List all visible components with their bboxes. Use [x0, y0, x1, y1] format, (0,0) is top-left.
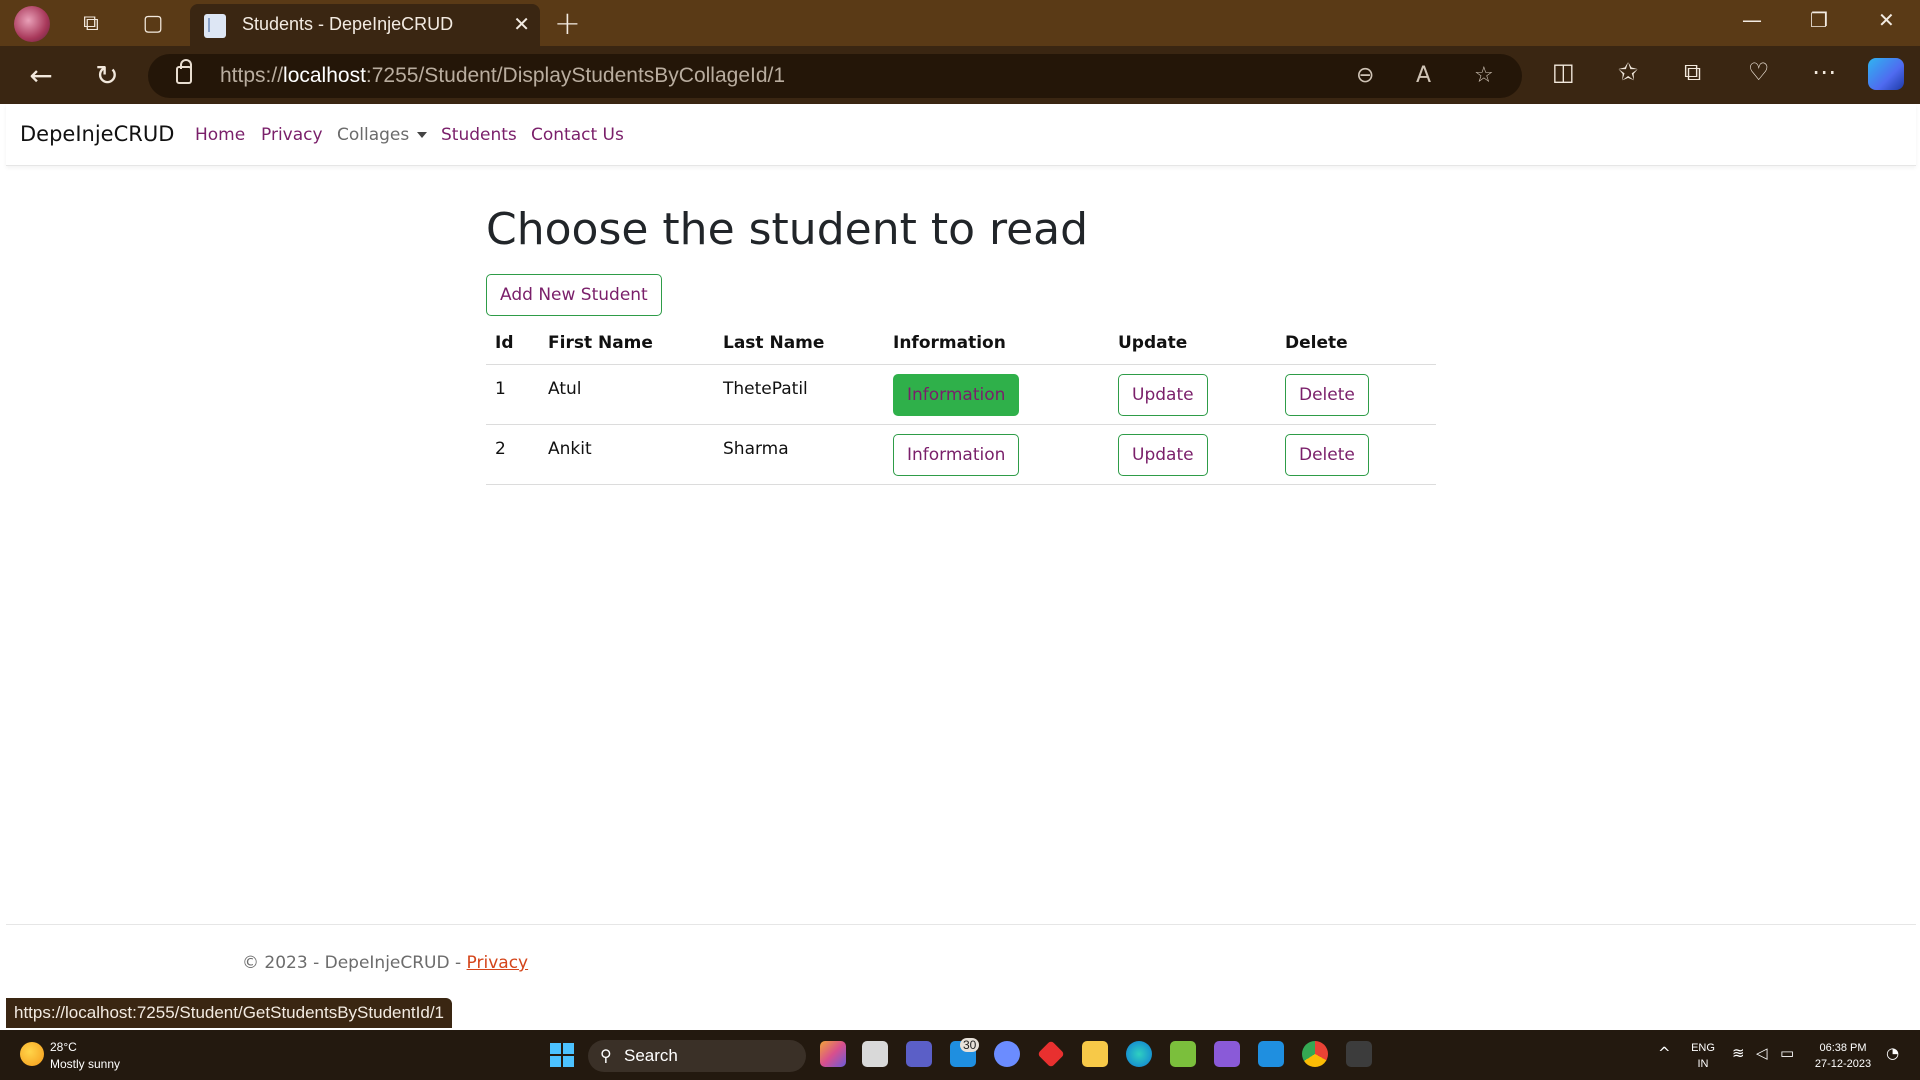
read-aloud-icon[interactable]: A — [1416, 63, 1431, 88]
file-explorer-icon[interactable] — [1082, 1041, 1108, 1067]
row-divider — [486, 484, 1436, 485]
teams-icon[interactable] — [906, 1041, 932, 1067]
minimize-icon[interactable]: — — [1742, 8, 1762, 32]
nav-students[interactable]: Students — [441, 125, 517, 145]
nav-privacy[interactable]: Privacy — [261, 125, 323, 145]
copilot-icon[interactable] — [1868, 58, 1904, 90]
col-header-id: Id — [495, 333, 514, 353]
vscode-icon[interactable] — [1258, 1041, 1284, 1067]
delete-button[interactable]: Delete — [1285, 434, 1369, 476]
weather-description[interactable]: Mostly sunny — [50, 1057, 120, 1071]
update-button[interactable]: Update — [1118, 434, 1208, 476]
caret-down-icon — [417, 132, 428, 138]
cell-id: 1 — [495, 379, 506, 399]
cell-first-name: Atul — [548, 379, 582, 399]
browser-essentials-icon[interactable]: ♡ — [1748, 58, 1770, 86]
git-app-icon[interactable] — [1037, 1040, 1065, 1068]
col-header-update: Update — [1118, 333, 1188, 353]
nav-collages-dropdown[interactable]: Collages — [337, 125, 428, 145]
footer-copyright: © 2023 - DepeInjeCRUD - Privacy — [242, 953, 529, 973]
file-app-icon[interactable] — [862, 1041, 888, 1067]
wifi-icon[interactable]: ≋ — [1732, 1044, 1745, 1062]
restore-icon[interactable]: ❐ — [1810, 8, 1828, 32]
link-status-url: https://localhost:7255/Student/GetStuden… — [6, 998, 453, 1028]
page-title: Choose the student to read — [486, 204, 1089, 255]
cell-last-name: Sharma — [723, 439, 789, 459]
cell-first-name: Ankit — [548, 439, 592, 459]
delete-button[interactable]: Delete — [1285, 374, 1369, 416]
search-icon: ⚲ — [600, 1046, 612, 1065]
notification-bell-icon[interactable]: ◔ — [1886, 1044, 1899, 1062]
col-header-information: Information — [893, 333, 1006, 353]
web-page: DepeInjeCRUD Home Privacy Collages Stude… — [6, 104, 1916, 1028]
more-options-icon[interactable]: ⋯ — [1812, 58, 1836, 86]
update-button[interactable]: Update — [1118, 374, 1208, 416]
close-tab-icon[interactable]: ✕ — [513, 12, 530, 36]
url-text[interactable]: https://localhost:7255/Student/DisplaySt… — [220, 64, 785, 88]
favorite-star-icon[interactable]: ☆ — [1474, 63, 1494, 88]
terminal-icon[interactable] — [1346, 1041, 1372, 1067]
tab-actions-icon[interactable]: ▢ — [138, 8, 168, 38]
new-tab-button[interactable]: + — [554, 4, 581, 42]
add-new-student-button[interactable]: Add New Student — [486, 274, 662, 316]
zoom-out-icon[interactable]: ⊖ — [1356, 63, 1374, 88]
tray-overflow-icon[interactable]: ^ — [1658, 1044, 1671, 1062]
page-favicon-icon — [204, 14, 226, 38]
mail-badge: 30 — [960, 1038, 980, 1052]
lock-icon[interactable] — [176, 59, 192, 84]
visual-studio-icon[interactable] — [1214, 1041, 1240, 1067]
battery-icon[interactable]: ▭ — [1780, 1044, 1794, 1062]
favorites-icon[interactable]: ✩ — [1618, 58, 1638, 86]
chrome-icon[interactable] — [1302, 1041, 1328, 1067]
collections-icon[interactable]: ⧉ — [1684, 58, 1701, 86]
close-window-icon[interactable]: ✕ — [1878, 8, 1895, 32]
address-bar[interactable]: https://localhost:7255/Student/DisplaySt… — [148, 54, 1522, 98]
start-windows-icon[interactable] — [550, 1043, 574, 1067]
col-header-last-name: Last Name — [723, 333, 825, 353]
taskbar-search[interactable]: ⚲ Search — [588, 1040, 806, 1072]
edge-browser-icon[interactable] — [1126, 1041, 1152, 1067]
browser-titlebar: ⧉ ▢ Students - DepeInjeCRUD ✕ + — ❐ ✕ — [0, 0, 1920, 46]
weather-sun-icon[interactable] — [20, 1042, 44, 1066]
search-label: Search — [624, 1046, 678, 1065]
footer-privacy-link[interactable]: Privacy — [467, 953, 529, 973]
nav-contact-us[interactable]: Contact Us — [531, 125, 624, 145]
information-button[interactable]: Information — [893, 434, 1020, 476]
site-brand[interactable]: DepeInjeCRUD — [20, 122, 174, 146]
split-screen-icon[interactable]: ◫ — [1552, 58, 1575, 86]
weather-temperature[interactable]: 28°C — [50, 1040, 77, 1054]
windows-taskbar: 28°C Mostly sunny ⚲ Search 30 ^ ENG IN ≋… — [0, 1030, 1920, 1080]
clock-date[interactable]: 27-12-2023 — [1808, 1058, 1878, 1070]
cell-id: 2 — [495, 439, 506, 459]
tab-title: Students - DepeInjeCRUD — [242, 14, 454, 34]
language-indicator[interactable]: ENG — [1688, 1042, 1718, 1054]
refresh-icon[interactable]: ↻ — [90, 58, 124, 92]
language-region[interactable]: IN — [1688, 1058, 1718, 1070]
volume-muted-icon[interactable]: ◁ — [1756, 1044, 1768, 1062]
copilot-app-icon[interactable] — [820, 1041, 846, 1067]
back-icon[interactable]: ← — [24, 58, 58, 92]
media-app-icon[interactable] — [994, 1041, 1020, 1067]
clock-time[interactable]: 06:38 PM — [1808, 1042, 1878, 1054]
col-header-first-name: First Name — [548, 333, 653, 353]
workspaces-icon[interactable]: ⧉ — [76, 8, 106, 38]
site-navbar: DepeInjeCRUD Home Privacy Collages Stude… — [6, 104, 1916, 166]
information-button[interactable]: Information — [893, 374, 1020, 416]
browser-toolbar: ← ↻ https://localhost:7255/Student/Displ… — [0, 46, 1920, 104]
tool-app-icon[interactable] — [1170, 1041, 1196, 1067]
row-divider — [486, 424, 1436, 425]
header-divider — [486, 364, 1436, 365]
profile-avatar[interactable] — [14, 6, 50, 42]
browser-tab-students[interactable]: Students - DepeInjeCRUD ✕ — [190, 4, 540, 46]
nav-home[interactable]: Home — [195, 125, 245, 145]
col-header-delete: Delete — [1285, 333, 1348, 353]
cell-last-name: ThetePatil — [723, 379, 808, 399]
